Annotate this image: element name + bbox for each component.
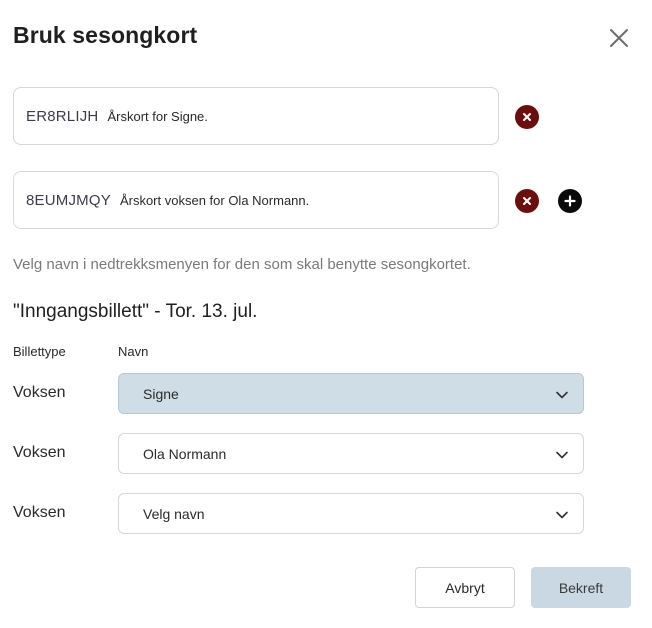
add-circle-icon	[564, 195, 576, 207]
hint-text: Velg navn i nedtrekksmenyen for den som …	[13, 256, 471, 273]
select-value: Velg navn	[143, 505, 205, 522]
chevron-down-icon	[556, 451, 568, 459]
dialog-title: Bruk sesongkort	[13, 22, 198, 48]
remove-card-button[interactable]	[515, 189, 539, 213]
chevron-down-icon	[556, 511, 568, 519]
column-header-name: Navn	[118, 344, 149, 359]
close-button[interactable]	[606, 25, 632, 51]
ticket-type-label: Voksen	[13, 384, 66, 401]
select-value: Signe	[143, 385, 179, 402]
chevron-down-icon	[556, 391, 568, 399]
season-card-input[interactable]: 8EUMJMQY Årskort voksen for Ola Normann.	[13, 171, 499, 229]
cancel-button[interactable]: Avbryt	[415, 567, 515, 608]
card-code: ER8RLIJH	[26, 107, 99, 125]
remove-circle-icon	[523, 197, 531, 205]
ticket-type-label: Voksen	[13, 444, 66, 461]
name-select[interactable]: Velg navn	[118, 493, 584, 534]
name-select[interactable]: Ola Normann	[118, 433, 584, 474]
card-description: Årskort voksen for Ola Normann.	[119, 192, 310, 208]
ticket-type-label: Voksen	[13, 504, 66, 521]
column-header-ticket-type: Billettype	[13, 344, 66, 359]
season-card-input[interactable]: ER8RLIJH Årskort for Signe.	[13, 87, 499, 145]
remove-circle-icon	[523, 113, 531, 121]
close-icon	[610, 29, 628, 47]
event-title: "Inngangsbillett" - Tor. 13. jul.	[13, 301, 258, 322]
confirm-button[interactable]: Bekreft	[531, 567, 631, 608]
card-code: 8EUMJMQY	[26, 191, 111, 209]
remove-card-button[interactable]	[515, 105, 539, 129]
name-select[interactable]: Signe	[118, 373, 584, 414]
season-card-dialog: Bruk sesongkort ER8RLIJH Årskort for Sig…	[0, 0, 652, 628]
add-card-button[interactable]	[558, 189, 582, 213]
card-description: Årskort for Signe.	[107, 108, 208, 124]
select-value: Ola Normann	[143, 445, 227, 462]
